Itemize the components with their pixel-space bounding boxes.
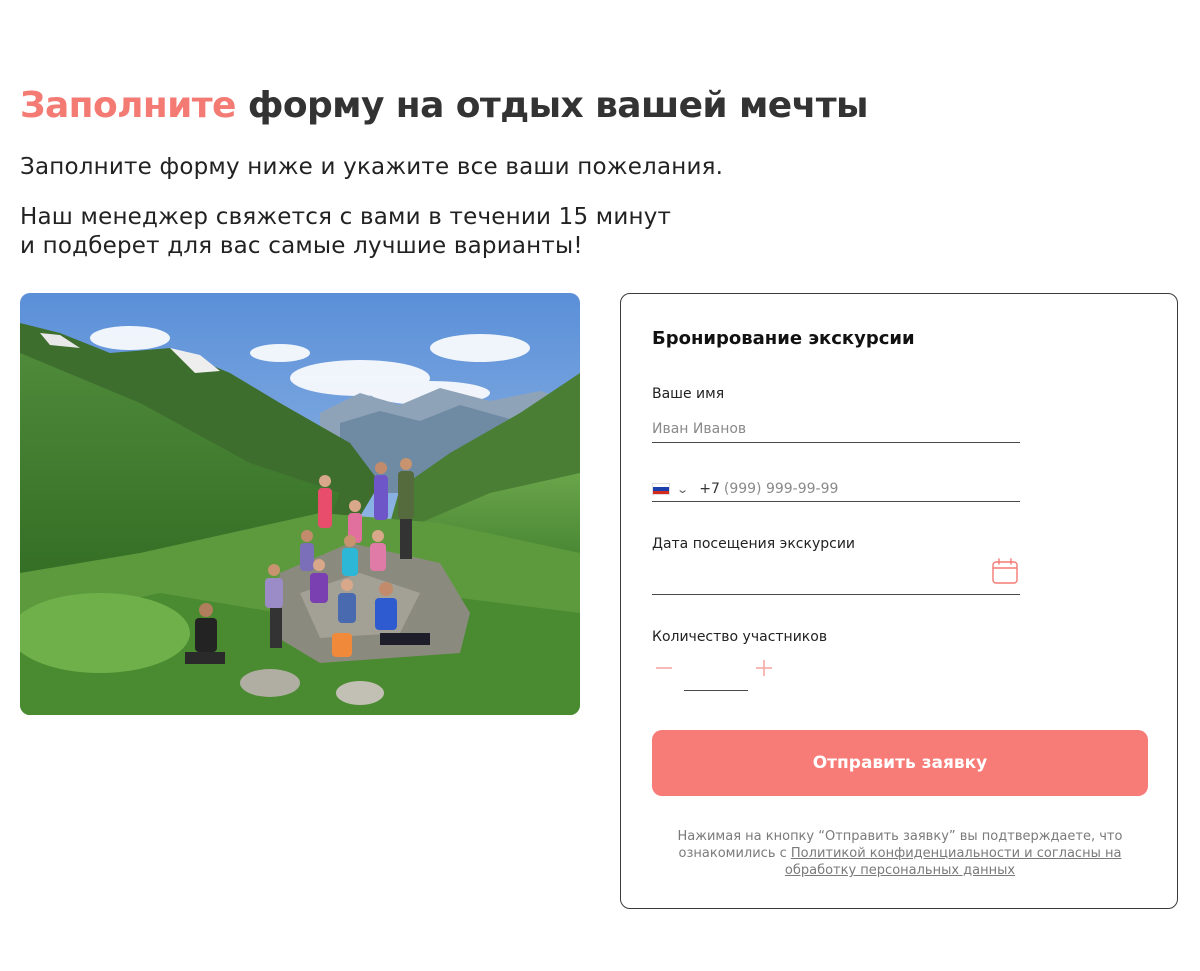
calendar-icon[interactable] — [992, 558, 1018, 584]
page-title: Заполните форму на отдых вашей мечты — [20, 84, 869, 128]
name-field-wrapper — [652, 420, 1020, 443]
group-hikers-photo — [20, 293, 580, 715]
phone-country-code: +7 — [699, 481, 720, 497]
participants-count-input[interactable] — [684, 658, 748, 691]
date-input[interactable] — [652, 554, 1020, 592]
name-label: Ваше имя — [652, 386, 725, 402]
page-description: Наш менеджер свяжется с вами в течении 1… — [20, 203, 671, 261]
phone-field-wrapper: ⌄ +7 — [652, 477, 1020, 502]
page: Заполните форму на отдых вашей мечты Зап… — [0, 0, 1200, 971]
description-line-1: Наш менеджер свяжется с вами в течении 1… — [20, 204, 672, 230]
participants-stepper — [652, 656, 792, 691]
page-subtitle: Заполните форму ниже и укажите все ваши … — [20, 154, 724, 180]
booking-form: Бронирование экскурсии Ваше имя ⌄ +7 Дат… — [620, 293, 1178, 909]
participants-label: Количество участников — [652, 629, 828, 645]
page-title-accent: Заполните — [20, 85, 236, 126]
description-line-2: и подберет для вас самые лучшие варианты… — [20, 233, 583, 259]
submit-button[interactable]: Отправить заявку — [652, 730, 1148, 796]
page-title-rest: форму на отдых вашей мечты — [247, 85, 869, 126]
chevron-down-icon[interactable]: ⌄ — [676, 483, 689, 496]
date-label: Дата посещения экскурсии — [652, 536, 856, 552]
plus-icon[interactable] — [752, 656, 776, 680]
russia-flag-icon[interactable] — [652, 483, 670, 495]
consent-text: Нажимая на кнопку “Отправить заявку” вы … — [641, 828, 1159, 879]
date-field-wrapper — [652, 554, 1020, 595]
name-input[interactable] — [652, 421, 1020, 437]
minus-icon[interactable] — [652, 656, 676, 680]
form-title: Бронирование экскурсии — [652, 328, 915, 349]
phone-input[interactable] — [723, 481, 1020, 497]
privacy-policy-link[interactable]: Политикой конфиденциальности и согласны … — [785, 846, 1122, 878]
